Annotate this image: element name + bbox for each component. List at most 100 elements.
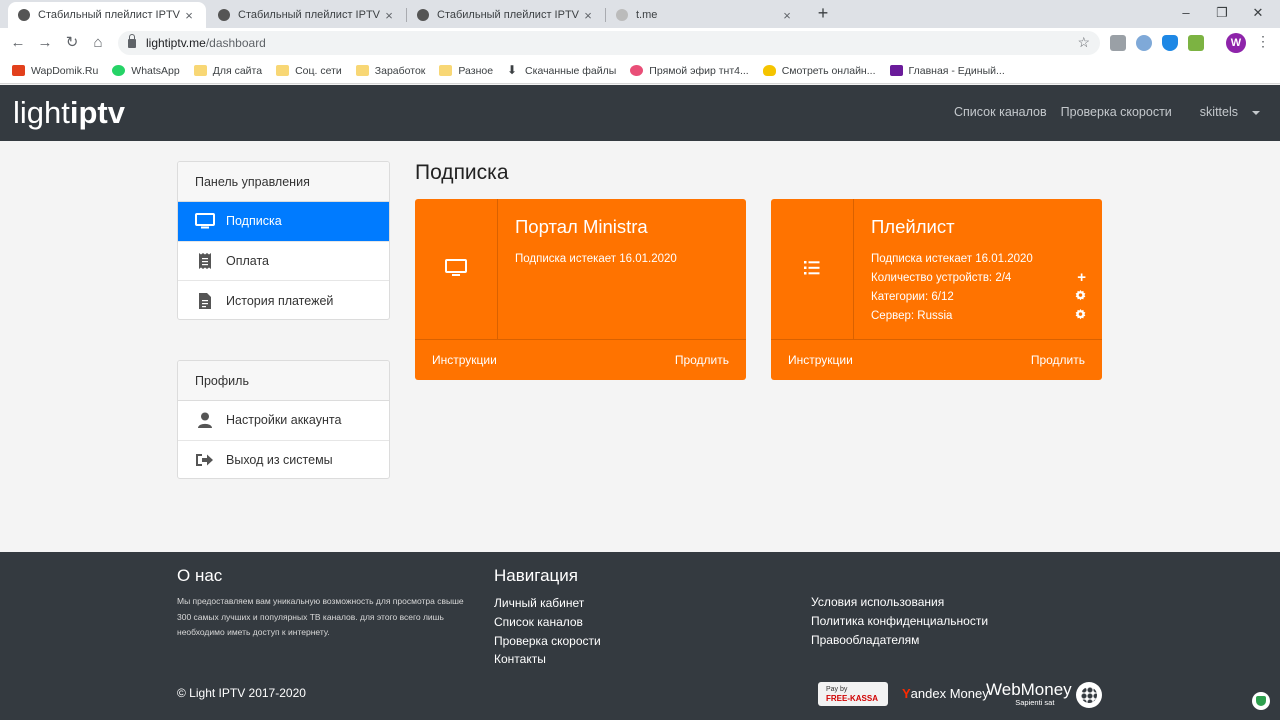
document-icon [195, 292, 215, 309]
bookmark-item[interactable]: Смотреть онлайн... [762, 64, 876, 77]
subscription-card-ministra: Портал Ministra Подписка истекает 16.01.… [415, 199, 746, 380]
minimize-icon[interactable]: – [1176, 5, 1196, 20]
close-icon[interactable]: × [382, 8, 396, 23]
card-icon-column [771, 199, 854, 339]
tnt-icon [630, 65, 644, 76]
sidebar-item-subscription[interactable]: Подписка [178, 202, 389, 242]
address-bar[interactable]: lightiptv.me /dashboard ☆ [118, 31, 1100, 55]
browser-toolbar: ← → ↻ ⌂ lightiptv.me /dashboard ☆ W ⋮ [0, 28, 1280, 58]
user-menu[interactable]: skittels [1186, 105, 1260, 119]
bookmark-label: Смотреть онлайн... [781, 64, 876, 77]
shield-icon[interactable] [1252, 692, 1270, 710]
panel-heading: Панель управления [178, 162, 389, 202]
bookmark-item[interactable]: Главная - Единый... [889, 64, 1005, 77]
bookmark-label: Главная - Единый... [908, 64, 1005, 77]
tab-title: Стабильный плейлист IPTV [437, 9, 579, 21]
extension-sf-icon[interactable] [1110, 35, 1126, 51]
instructions-link[interactable]: Инструкции [788, 353, 853, 367]
footer-nav-title: Навигация [494, 566, 578, 585]
browser-menu-icon[interactable]: ⋮ [1256, 33, 1270, 50]
list-icon [804, 260, 820, 278]
browser-tab[interactable]: Стабильный плейлист IPTV × [208, 2, 406, 28]
footer-link-speed-test[interactable]: Проверка скорости [494, 632, 601, 651]
freekassa-caption: Pay by [826, 686, 848, 693]
whatsapp-icon [112, 65, 126, 76]
bookmark-star-icon[interactable]: ☆ [1077, 34, 1090, 51]
browser-tab[interactable]: Стабильный плейлист IPTV × [407, 2, 605, 28]
home-icon[interactable]: ⌂ [89, 34, 107, 52]
close-icon[interactable]: × [581, 8, 595, 23]
sidebar-item-payment[interactable]: Оплата [178, 242, 389, 281]
bookmarks-bar: WapDomik.Ru WhatsApp Для сайта Соц. сети… [0, 58, 1280, 84]
site-favicon-icon [218, 9, 230, 21]
forward-icon[interactable]: → [36, 34, 54, 52]
yandex-money-logo[interactable]: Yandex Money [902, 686, 989, 701]
close-icon[interactable]: × [182, 8, 196, 23]
bookmark-folder[interactable]: Разное [439, 65, 493, 77]
footer-link-terms[interactable]: Условия использования [811, 593, 988, 612]
footer-link-contacts[interactable]: Контакты [494, 650, 601, 669]
back-icon[interactable]: ← [9, 34, 27, 52]
bookmark-item[interactable]: WhatsApp [112, 65, 180, 77]
top-navigation: Список каналов Проверка скорости skittel… [940, 105, 1260, 119]
bookmark-item[interactable]: ⬇ Скачанные файлы [507, 63, 617, 77]
extension-download-icon[interactable] [1188, 35, 1204, 51]
gear-icon[interactable] [1075, 289, 1086, 304]
monitor-icon [445, 258, 467, 280]
bookmark-folder[interactable]: Заработок [355, 65, 425, 77]
extension-shield-icon[interactable] [1162, 35, 1178, 51]
extension-globe-icon[interactable] [1136, 35, 1152, 51]
webmoney-logo[interactable]: WebMoney Sapienti sat [986, 681, 1102, 708]
bookmark-icon [889, 65, 903, 76]
footer-link-privacy[interactable]: Политика конфиденциальности [811, 612, 988, 631]
window-close-icon[interactable]: ✕ [1248, 5, 1268, 21]
instructions-link[interactable]: Инструкции [432, 353, 497, 367]
renew-link[interactable]: Продлить [675, 353, 729, 367]
bookmark-item[interactable]: WapDomik.Ru [12, 65, 98, 77]
monitor-icon [195, 213, 215, 229]
sidebar-item-account-settings[interactable]: Настройки аккаунта [178, 401, 389, 441]
bookmark-item[interactable]: Прямой эфир тнт4... [630, 65, 749, 77]
profile-avatar[interactable]: W [1226, 33, 1246, 53]
close-icon[interactable]: × [780, 8, 794, 23]
card-server-row: Сервер: Russia [871, 306, 1086, 325]
site-favicon-icon [417, 9, 429, 21]
bookmark-label: Скачанные файлы [525, 64, 617, 77]
footer-link-copyright-holders[interactable]: Правообладателям [811, 631, 988, 650]
sidebar-item-payment-history[interactable]: История платежей [178, 281, 389, 319]
caret-down-icon [1252, 110, 1260, 115]
page-title: Подписка [415, 161, 509, 184]
site-logo[interactable]: lightiptv [13, 95, 125, 131]
webmoney-slogan: Sapienti sat [1015, 698, 1055, 707]
sign-out-icon [195, 452, 215, 468]
expiry-text: Подписка истекает 16.01.2020 [871, 252, 1033, 265]
download-icon: ⬇ [507, 63, 518, 77]
nav-link-speed-test[interactable]: Проверка скорости [1061, 105, 1172, 119]
receipt-icon [195, 252, 215, 269]
plus-icon[interactable]: + [1077, 270, 1086, 285]
bookmark-folder[interactable]: Для сайта [193, 65, 262, 77]
card-expiry: Подписка истекает 16.01.2020 [871, 249, 1086, 268]
footer-navigation: Навигация Личный кабинет Список каналов … [494, 566, 601, 669]
yandex-y: Y [902, 686, 911, 701]
browser-tab[interactable]: Стабильный плейлист IPTV × [8, 2, 206, 28]
nav-link-channels[interactable]: Список каналов [954, 105, 1047, 119]
user-icon [195, 412, 215, 429]
footer-link-cabinet[interactable]: Личный кабинет [494, 594, 601, 613]
footer-link-channels[interactable]: Список каналов [494, 613, 601, 632]
tab-title: Стабильный плейлист IPTV [238, 9, 380, 21]
gear-icon[interactable] [1075, 308, 1086, 323]
renew-link[interactable]: Продлить [1031, 353, 1085, 367]
footer-about-text: Мы предоставляем вам уникальную возможно… [177, 596, 464, 637]
new-tab-button[interactable]: + [814, 4, 832, 22]
bookmark-label: WapDomik.Ru [31, 64, 99, 77]
site-footer: О нас Мы предоставляем вам уникальную во… [0, 552, 1280, 720]
restore-icon[interactable]: ❐ [1212, 5, 1232, 21]
tab-title: Стабильный плейлист IPTV [38, 9, 180, 21]
sidebar-item-logout[interactable]: Выход из системы [178, 441, 389, 479]
bookmark-folder[interactable]: Соц. сети [276, 65, 342, 77]
browser-tab[interactable]: t.me × [606, 2, 804, 28]
freekassa-logo[interactable]: Pay by FREE-KASSA [818, 682, 888, 706]
logo-text-light: light [13, 95, 70, 130]
reload-icon[interactable]: ↻ [63, 34, 81, 52]
